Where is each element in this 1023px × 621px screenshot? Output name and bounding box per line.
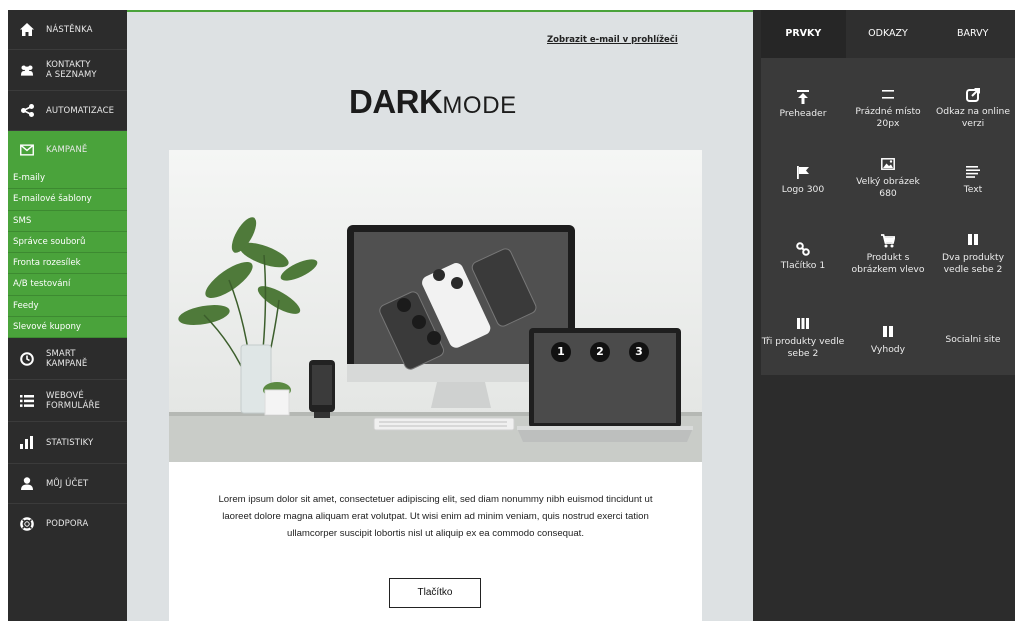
block-product-left[interactable]: Produkt s obrázkem vlevo (846, 234, 930, 276)
submenu-ab-testing[interactable]: A/B testování (8, 274, 127, 296)
nav-support[interactable]: PODPORA (8, 504, 127, 544)
block-social[interactable]: Socialni site (931, 334, 1015, 346)
hero-step-2: 2 (590, 342, 610, 362)
cart-icon (846, 234, 930, 248)
tab-colors[interactable]: BARVY (930, 10, 1015, 58)
block-text[interactable]: Text (931, 166, 1015, 196)
email-cta-button[interactable]: Tlačítko (389, 578, 481, 608)
block-spacer[interactable]: Prázdné místo 20px (846, 88, 930, 130)
view-in-browser-link[interactable]: Zobrazit e-mail v prohlížeči (547, 35, 678, 45)
sidebar: NÁSTĚNKA KONTAKTY A SEZNAMY AUTOMATIZACE… (8, 10, 127, 621)
tab-elements[interactable]: PRVKY (761, 10, 846, 58)
block-large-image[interactable]: Velký obrázek 680 (846, 158, 930, 200)
panel-tabs: PRVKY ODKAZY BARVY (761, 10, 1015, 58)
equals-icon (846, 88, 930, 102)
nav-campaigns[interactable]: KAMPANĚ (8, 131, 127, 168)
nav-contacts-label: KONTAKTY A SEZNAMY (46, 60, 97, 80)
nav-dashboard-label: NÁSTĚNKA (46, 24, 93, 35)
block-product-left-label: Produkt s obrázkem vlevo (851, 252, 925, 275)
list-icon (20, 394, 34, 408)
nav-contacts-line1: KONTAKTY (46, 60, 91, 70)
block-spacer-label: Prázdné místo 20px (855, 106, 921, 129)
home-icon (20, 23, 34, 37)
nav-forms-line2: FORMULÁŘE (46, 400, 100, 411)
nav-web-forms[interactable]: WEBOVÉ FORMULÁŘE (8, 380, 127, 422)
submenu-feeds[interactable]: Feedy (8, 296, 127, 318)
email-body-text: Lorem ipsum dolor sit amet, consectetuer… (218, 494, 653, 539)
block-benefits[interactable]: Vyhody (846, 326, 930, 356)
hero-step-1: 1 (551, 342, 571, 362)
block-online-link[interactable]: Odkaz na online verzi (931, 88, 1015, 130)
text-lines-icon (931, 166, 1015, 180)
nav-forms-line1: WEBOVÉ (46, 390, 84, 401)
nav-smart-campaigns[interactable]: SMART KAMPANĚ (8, 338, 127, 380)
nav-statistics[interactable]: STATISTIKY (8, 422, 127, 464)
block-three-products-label: Tři produkty vedle sebe 2 (761, 336, 845, 359)
submenu-coupons[interactable]: Slevové kupony (8, 317, 127, 339)
nav-web-forms-label: WEBOVÉ FORMULÁŘE (46, 391, 100, 411)
two-columns-icon (931, 234, 1015, 248)
hero-photo-illustration (169, 150, 702, 462)
hero-image[interactable]: 1 2 3 (169, 150, 702, 462)
block-preheader-label: Preheader (779, 108, 827, 119)
link-icon (761, 242, 845, 256)
block-online-link-label: Odkaz na online verzi (936, 106, 1010, 129)
nav-smart-line1: SMART (46, 348, 76, 359)
hero-step-3: 3 (629, 342, 649, 362)
tab-links[interactable]: ODKAZY (846, 10, 931, 58)
submenu-send-queue[interactable]: Fronta rozesílek (8, 253, 127, 275)
envelope-icon (20, 143, 34, 157)
external-link-icon (931, 88, 1015, 102)
nav-campaigns-label: KAMPANĚ (46, 144, 88, 155)
two-columns-icon (846, 326, 930, 340)
image-icon (846, 158, 930, 172)
block-logo-label: Logo 300 (781, 184, 825, 195)
block-social-label: Socialni site (945, 334, 1001, 345)
nav-statistics-label: STATISTIKY (46, 437, 94, 448)
nav-dashboard[interactable]: NÁSTĚNKA (8, 10, 127, 50)
nav-smart-campaigns-label: SMART KAMPANĚ (46, 349, 87, 369)
nav-automation[interactable]: AUTOMATIZACE (8, 91, 127, 131)
block-logo[interactable]: Logo 300 (761, 166, 845, 196)
nav-contacts[interactable]: KONTAKTY A SEZNAMY (8, 50, 127, 91)
block-two-products-label: Dva produkty vedle sebe 2 (941, 252, 1005, 275)
email-editor-canvas: Zobrazit e-mail v prohlížeči DARKMODE 1 … (127, 10, 753, 621)
block-button-label: Tlačítko 1 (780, 260, 826, 271)
block-button[interactable]: Tlačítko 1 (761, 242, 845, 272)
nav-my-account-label: MŮJ ÚČET (46, 478, 89, 489)
clock-icon (20, 351, 34, 366)
arrow-up-bar-icon (761, 90, 845, 104)
block-two-products[interactable]: Dva produkty vedle sebe 2 (931, 234, 1015, 276)
users-icon (20, 63, 34, 77)
logo-main-text: DARK (349, 83, 443, 120)
submenu-emails[interactable]: E-maily (8, 168, 127, 190)
bar-chart-icon (20, 436, 34, 450)
submenu-email-templates[interactable]: E-mailové šablony (8, 189, 127, 211)
blocks-panel: PRVKY ODKAZY BARVY Preheader Prázdné mís… (761, 10, 1015, 375)
nav-automation-label: AUTOMATIZACE (46, 105, 115, 116)
campaigns-submenu: E-maily E-mailové šablony SMS Správce so… (8, 168, 127, 339)
lifebuoy-icon (20, 517, 34, 531)
right-column: PRVKY ODKAZY BARVY Preheader Prázdné mís… (753, 10, 1015, 621)
share-icon (20, 104, 34, 118)
three-columns-icon (761, 318, 845, 332)
block-text-label: Text (963, 184, 983, 195)
email-logo[interactable]: DARKMODE (349, 83, 517, 121)
email-text-block[interactable]: Lorem ipsum dolor sit amet, consectetuer… (169, 462, 702, 621)
block-preheader[interactable]: Preheader (761, 90, 845, 120)
nav-contacts-line2: A SEZNAMY (46, 70, 97, 80)
block-benefits-label: Vyhody (870, 344, 906, 355)
submenu-sms[interactable]: SMS (8, 211, 127, 232)
block-three-products[interactable]: Tři produkty vedle sebe 2 (761, 318, 845, 360)
logo-small-text: MODE (442, 92, 517, 119)
nav-support-label: PODPORA (46, 519, 89, 529)
block-large-image-label: Velký obrázek 680 (856, 176, 920, 199)
flag-icon (761, 166, 845, 180)
nav-smart-line2: KAMPANĚ (46, 358, 88, 369)
user-icon (20, 477, 34, 491)
submenu-file-manager[interactable]: Správce souborů (8, 232, 127, 254)
nav-my-account[interactable]: MŮJ ÚČET (8, 464, 127, 504)
